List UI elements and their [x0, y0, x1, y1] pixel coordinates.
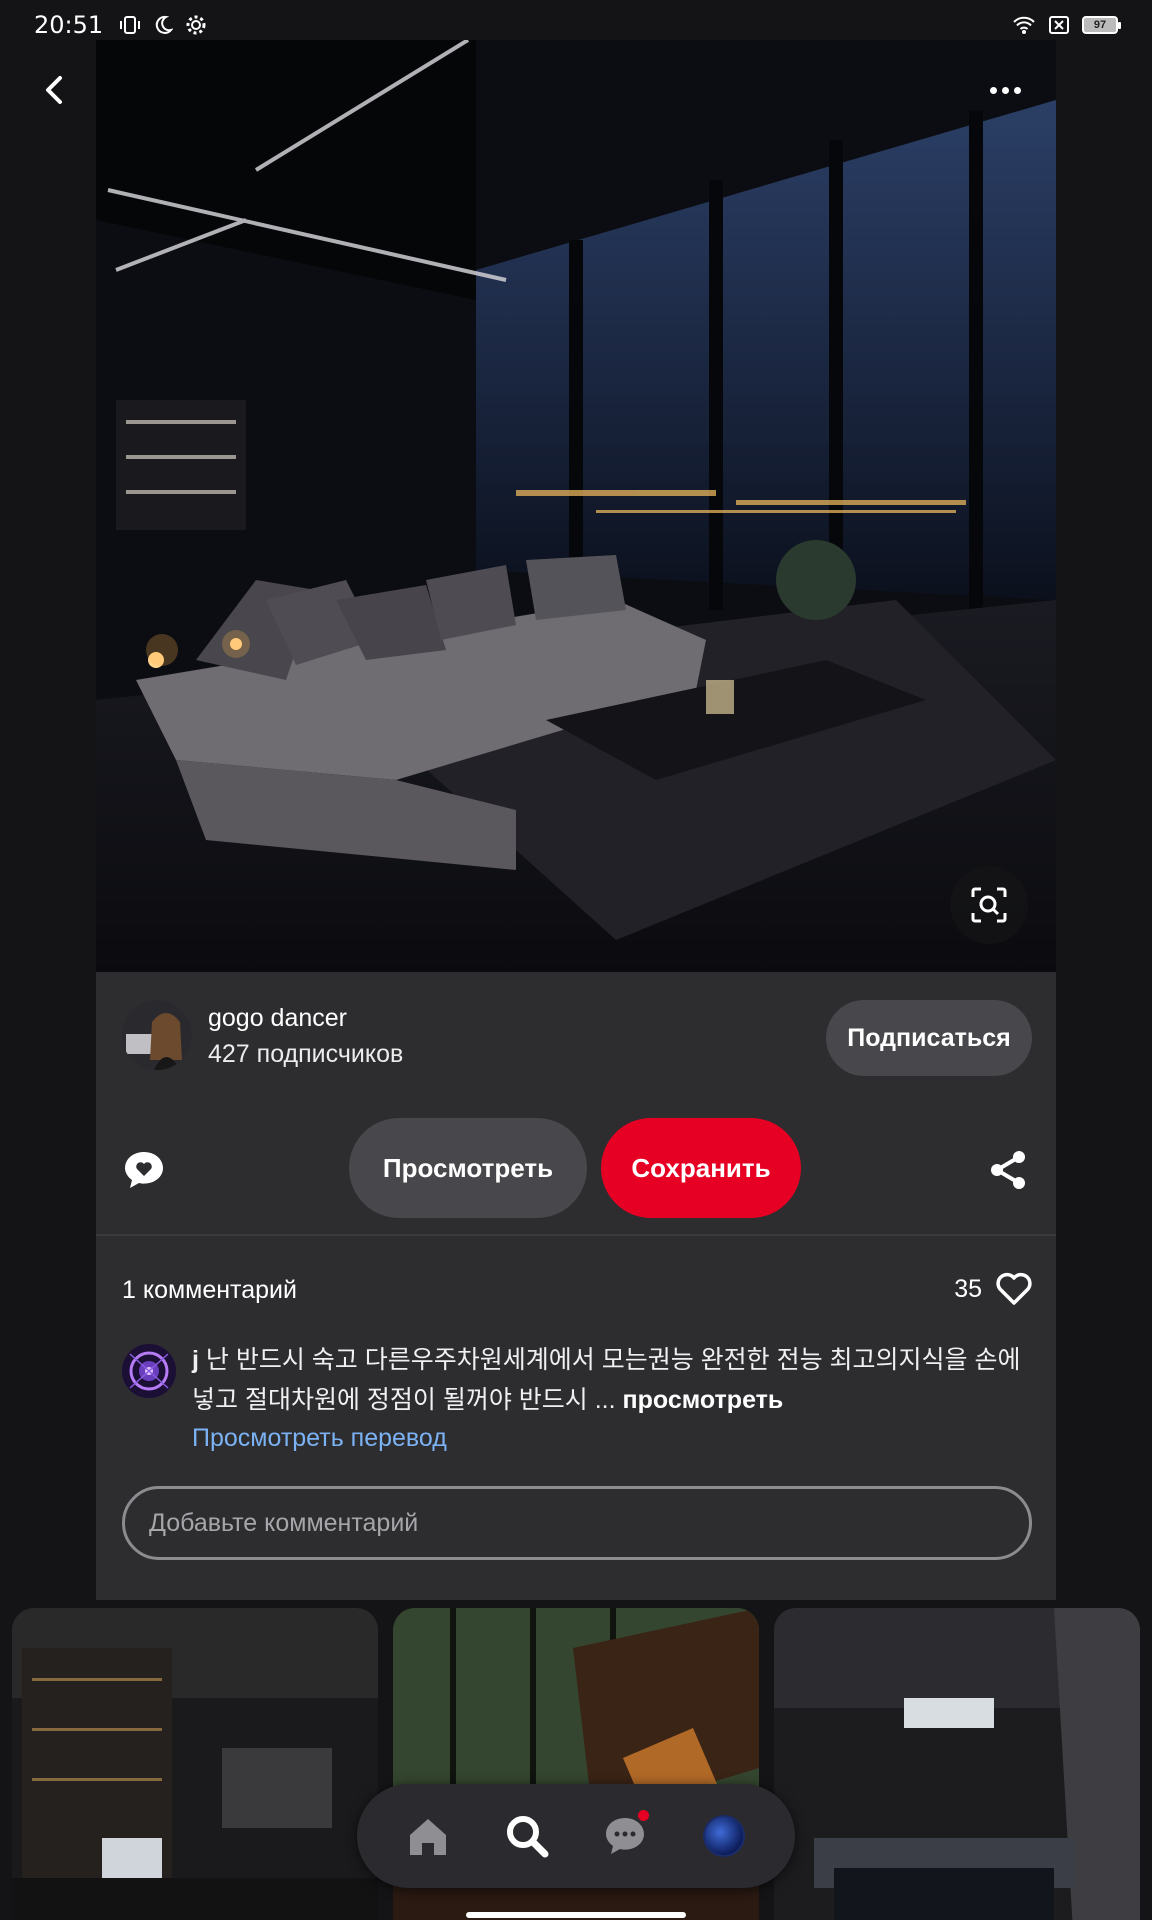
likes[interactable]: 35: [954, 1272, 1032, 1306]
comment-author[interactable]: j: [192, 1346, 199, 1374]
pin-image-art: [96, 40, 1056, 972]
heart-icon: [996, 1272, 1032, 1305]
status-time: 20:51: [34, 11, 104, 39]
comment-more-link[interactable]: просмотреть: [623, 1386, 784, 1414]
related-pin-art: [12, 1608, 378, 1920]
see-translation-link[interactable]: Просмотреть перевод: [192, 1424, 447, 1453]
sim-off-icon: [1049, 16, 1069, 34]
lens-icon: [971, 887, 1007, 923]
related-pin-art: [774, 1608, 1140, 1920]
nav-home[interactable]: [400, 1808, 456, 1864]
visual-search-button[interactable]: [950, 866, 1028, 944]
bottom-nav: [357, 1784, 795, 1888]
status-left-icons: [119, 14, 207, 36]
notification-dot: [638, 1810, 650, 1821]
author-followers: 427 подписчиков: [208, 1040, 404, 1068]
likes-count: 35: [954, 1274, 982, 1303]
related-pin[interactable]: [12, 1608, 378, 1920]
dot: [1001, 86, 1009, 94]
comment-body: 난 반드시 숙고 다른우주차원세계에서 모는권능 완전한 전능 최고의지식을 손…: [192, 1346, 1021, 1414]
home-indicator: [466, 1912, 686, 1918]
dot: [1013, 86, 1021, 94]
chat-heart-icon: [125, 1152, 163, 1188]
commenter-avatar-art: [122, 1344, 176, 1398]
comments-count[interactable]: 1 комментарий: [122, 1276, 297, 1305]
author-row: gogo dancer 427 подписчиков Подписаться: [122, 1000, 1032, 1080]
chevron-left-icon: [46, 76, 62, 104]
battery-icon: 97: [1082, 16, 1121, 34]
divider: [96, 1234, 1056, 1236]
moon-icon: [156, 15, 174, 34]
nav-messages[interactable]: [597, 1808, 653, 1864]
back-button[interactable]: [34, 70, 74, 110]
commenter-avatar[interactable]: [122, 1344, 176, 1398]
search-icon: [506, 1816, 549, 1858]
avatar-art: [122, 1000, 192, 1070]
home-icon: [410, 1819, 447, 1855]
pin-image[interactable]: [96, 40, 1056, 972]
author-avatar[interactable]: [122, 1000, 192, 1070]
chat-icon: [606, 1818, 645, 1854]
follow-button[interactable]: Подписаться: [826, 1000, 1032, 1076]
status-right-icons: 97: [1012, 15, 1121, 35]
comments-header: 1 комментарий 35: [122, 1272, 1032, 1312]
share-icon: [991, 1151, 1025, 1189]
add-comment-input[interactable]: Добавьте комментарий: [122, 1486, 1032, 1560]
comment-text: j 난 반드시 숙고 다른우주차원세계에서 모는권능 완전한 전능 최고의지식을…: [192, 1340, 1032, 1420]
nav-profile[interactable]: [696, 1808, 752, 1864]
view-button[interactable]: Просмотреть: [349, 1118, 587, 1218]
related-pin[interactable]: [774, 1608, 1140, 1920]
gear-icon: [186, 15, 206, 35]
author-name[interactable]: gogo dancer: [208, 1004, 347, 1033]
wifi-icon: [1013, 16, 1035, 34]
pin-actions: Просмотреть Сохранить: [96, 1118, 1056, 1222]
vibrate-icon: [120, 16, 141, 34]
profile-avatar: [702, 1815, 745, 1857]
comment-reaction-button[interactable]: [122, 1148, 166, 1192]
more-options-button[interactable]: [978, 70, 1032, 110]
share-button[interactable]: [986, 1148, 1030, 1192]
dot: [989, 86, 997, 94]
save-button[interactable]: Сохранить: [601, 1118, 801, 1218]
pin-card: gogo dancer 427 подписчиков Подписаться …: [96, 40, 1056, 1600]
nav-search[interactable]: [499, 1808, 555, 1864]
